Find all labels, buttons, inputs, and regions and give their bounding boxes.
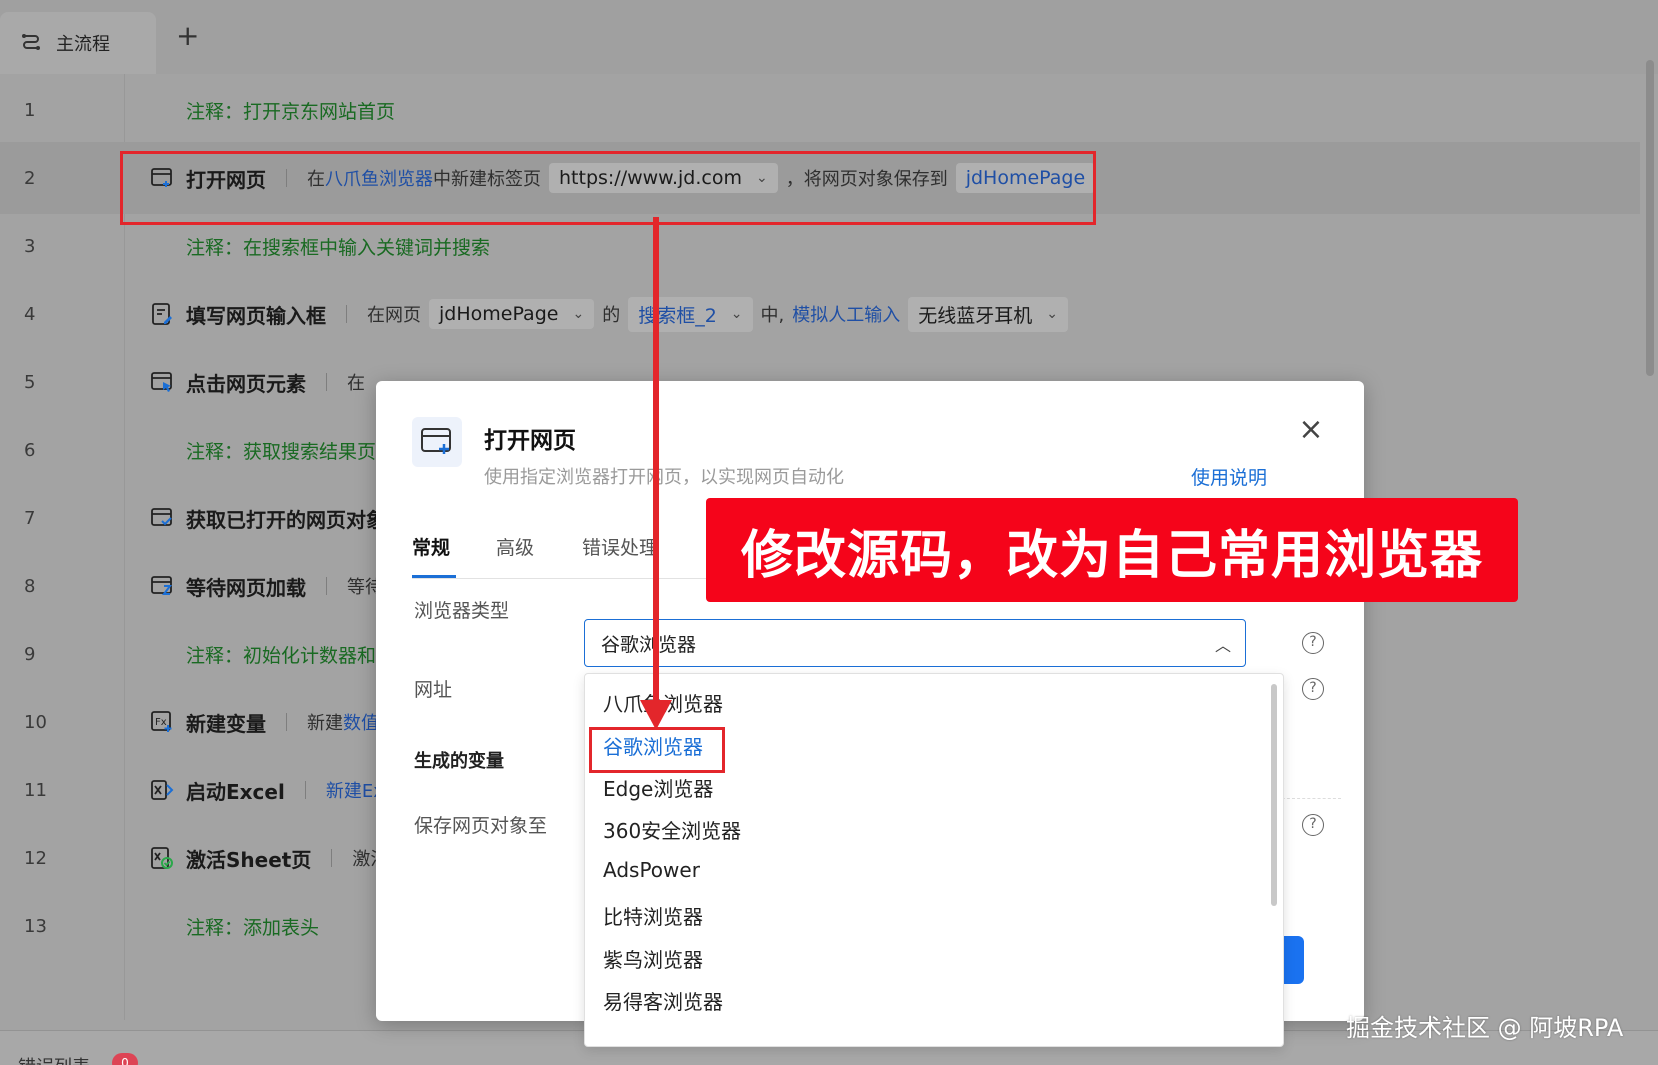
- command-text: 在: [347, 373, 365, 394]
- get-webpage-icon: [151, 508, 172, 526]
- open-webpage-icon: [421, 428, 451, 454]
- line-number: 2: [24, 167, 36, 189]
- wait-load-icon: [151, 576, 172, 595]
- dialog-title: 打开网页: [484, 428, 576, 454]
- command-name: 填写网页输入框: [186, 303, 326, 328]
- page-pill[interactable]: jdHomePage ⌄: [429, 299, 595, 329]
- command-text: 在网页: [367, 305, 421, 326]
- watermark: 掘金技术社区 @ 阿坡RPA: [1346, 1014, 1624, 1042]
- chevron-down-icon: ⌄: [730, 306, 743, 322]
- separator: [326, 577, 327, 595]
- command-text: 新建: [307, 713, 343, 734]
- variable-type-link[interactable]: 数值: [343, 709, 379, 735]
- tab-main-flow[interactable]: 主流程: [0, 12, 156, 74]
- command-text: 中,: [760, 305, 785, 326]
- activate-sheet-icon: [151, 847, 173, 869]
- page-value: jdHomePage: [439, 303, 559, 325]
- tab-error-handling[interactable]: 错误处理: [582, 533, 658, 560]
- chevron-up-icon: ︿: [1214, 636, 1231, 655]
- dropdown-option[interactable]: 360安全浏览器: [603, 815, 741, 844]
- fill-input-icon: [152, 303, 172, 325]
- dropdown-option[interactable]: 八爪鱼浏览器: [603, 688, 723, 717]
- generated-variables-label: 生成的变量: [414, 751, 504, 772]
- help-icon[interactable]: ?: [1302, 814, 1324, 836]
- line-number: 10: [24, 711, 47, 733]
- dialog-description: 使用指定浏览器打开网页，以实现网页自动化: [484, 467, 844, 488]
- dropdown-option[interactable]: 比特浏览器: [603, 901, 703, 930]
- flow-row[interactable]: 4 填写网页输入框 在网页 jdHomePage ⌄ 的 搜索框_2 ⌄ 中, 模拟…: [0, 278, 1640, 350]
- line-number: 8: [24, 575, 36, 597]
- command-name: 启动Excel: [186, 779, 285, 804]
- line-number: 6: [24, 439, 36, 461]
- keyword-value: 无线蓝牙耳机: [918, 304, 1033, 327]
- error-list-tab[interactable]: 错误列表: [18, 1053, 90, 1065]
- annotation-text: 修改源码，改为自己常用浏览器: [740, 525, 1483, 586]
- dropdown-option[interactable]: 紫鸟浏览器: [603, 944, 703, 973]
- help-icon[interactable]: ?: [1302, 632, 1324, 654]
- comment-text: 注释：打开京东网站首页: [186, 100, 396, 123]
- command-name: 点击网页元素: [186, 371, 306, 396]
- flow-row[interactable]: 1 注释：打开京东网站首页: [0, 74, 1640, 146]
- line-number: 11: [24, 779, 47, 801]
- element-value: 搜索框_2: [638, 304, 717, 327]
- command-name: 获取已打开的网页对象: [186, 507, 386, 532]
- command-name: 新建变量: [186, 711, 266, 736]
- add-tab-button[interactable]: +: [176, 22, 199, 50]
- command-text: 的: [602, 305, 621, 326]
- annotation-banner: 修改源码，改为自己常用浏览器: [706, 498, 1518, 602]
- line-number: 9: [24, 643, 36, 665]
- dropdown-scrollbar[interactable]: [1271, 684, 1277, 906]
- active-tab-indicator: [412, 575, 456, 578]
- command-name: 激活Sheet页: [186, 847, 312, 872]
- editor-scrollbar[interactable]: [1646, 60, 1654, 376]
- separator: [286, 713, 287, 731]
- new-variable-icon: Fx: [151, 711, 172, 732]
- tab-advanced[interactable]: 高级: [496, 533, 534, 560]
- element-pill[interactable]: 搜索框_2 ⌄: [628, 296, 753, 332]
- separator: [346, 305, 347, 323]
- comment-text: 注释：在搜索框中输入关键词并搜索: [186, 236, 491, 259]
- line-number: 3: [24, 235, 36, 257]
- separator: [326, 373, 327, 391]
- dropdown-option[interactable]: 易得客浏览器: [603, 986, 723, 1015]
- highlight-box-option: [589, 727, 725, 773]
- comment-text: 注释：初始化计数器和E: [186, 644, 389, 667]
- browser-type-label: 浏览器类型: [414, 600, 510, 622]
- browser-type-select[interactable]: 谷歌浏览器 ︿: [584, 619, 1246, 667]
- chevron-down-icon: ⌄: [572, 306, 585, 322]
- close-icon[interactable]: ×: [1296, 415, 1326, 445]
- click-element-icon: [151, 372, 172, 392]
- highlight-box-row: [120, 151, 1096, 225]
- line-number: 1: [24, 99, 36, 121]
- line-number: 13: [24, 915, 47, 937]
- keyword-pill[interactable]: 无线蓝牙耳机 ⌄: [908, 296, 1068, 332]
- help-link[interactable]: 使用说明: [1191, 463, 1267, 490]
- browser-type-value: 谷歌浏览器: [601, 633, 697, 656]
- input-mode-link[interactable]: 模拟人工输入: [792, 301, 900, 327]
- tab-bar: 主流程 +: [0, 0, 1658, 74]
- url-label: 网址: [414, 679, 453, 701]
- separator: [331, 849, 333, 867]
- comment-text: 注释：获取搜索结果页面: [186, 440, 396, 463]
- separator: [304, 781, 306, 799]
- save-object-label: 保存网页对象至: [414, 815, 548, 837]
- dialog-icon: [412, 417, 462, 467]
- line-number: 5: [24, 371, 36, 393]
- dropdown-option[interactable]: Edge浏览器: [603, 773, 713, 802]
- error-count-badge: 0: [112, 1053, 138, 1065]
- line-number: 4: [24, 303, 36, 325]
- line-number: 7: [24, 507, 36, 529]
- svg-text:Fx: Fx: [155, 717, 167, 728]
- dropdown-option[interactable]: AdsPower: [603, 858, 700, 882]
- tab-general[interactable]: 常规: [412, 533, 450, 560]
- help-icon[interactable]: ?: [1302, 678, 1324, 700]
- chevron-down-icon: ⌄: [1046, 306, 1058, 322]
- command-name: 等待网页加载: [186, 575, 306, 600]
- line-number: 12: [24, 847, 47, 869]
- comment-text: 注释：添加表头: [186, 916, 320, 939]
- excel-icon: [151, 780, 174, 800]
- flow-icon: [22, 34, 40, 50]
- tab-label: 主流程: [56, 34, 110, 55]
